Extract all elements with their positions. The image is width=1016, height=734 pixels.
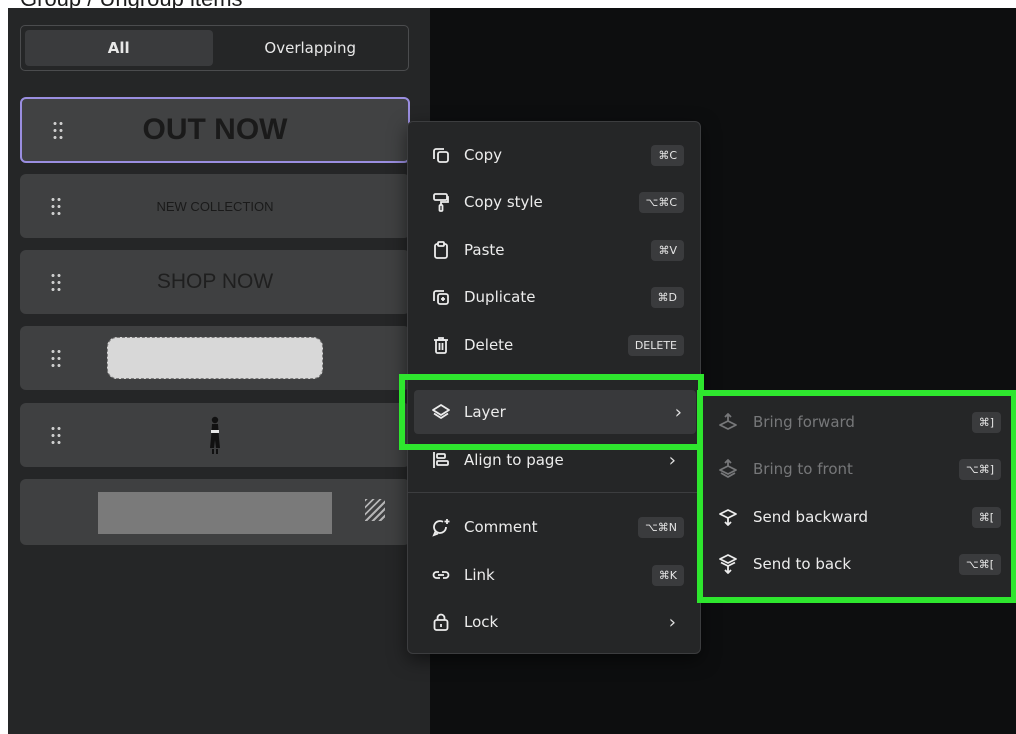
menu-item-copy-style[interactable]: Copy style ⌥⌘C: [420, 180, 690, 224]
tab-overlapping[interactable]: Overlapping: [217, 30, 405, 66]
menu-divider: [408, 492, 700, 493]
send-backward-icon: [717, 506, 739, 528]
bring-to-front-icon: [717, 458, 739, 480]
layer-preview-text: OUT NOW: [142, 113, 288, 146]
drag-handle-icon[interactable]: [50, 425, 62, 445]
menu-item-link[interactable]: Link ⌘K: [420, 553, 690, 597]
shortcut-badge: ⌘[: [971, 506, 1001, 528]
menu-item-align-to-page[interactable]: Align to page ›: [420, 438, 690, 482]
layers-icon: [430, 401, 452, 423]
layer-item-new-collection[interactable]: NEW COLLECTION: [20, 174, 410, 238]
layer-preview-shape: [107, 337, 323, 379]
menu-item-label: Delete: [464, 336, 514, 354]
menu-item-lock[interactable]: Lock ›: [420, 600, 690, 644]
shortcut-badge: ⌥⌘C: [638, 191, 684, 213]
layer-filter-toggle: All Overlapping: [20, 25, 409, 71]
drag-handle-icon[interactable]: [50, 272, 62, 292]
align-icon: [430, 449, 452, 471]
layer-item-dashed-shape[interactable]: [20, 326, 410, 390]
chevron-right-icon: ›: [674, 401, 682, 423]
transparency-hatch-icon: [365, 499, 385, 521]
drag-handle-icon[interactable]: [52, 120, 64, 140]
bring-forward-icon: [717, 411, 739, 433]
submenu-item-label: Bring forward: [753, 413, 855, 431]
layer-item-rectangle[interactable]: [20, 479, 410, 545]
shortcut-badge: ⌘]: [971, 411, 1001, 433]
context-menu: Copy ⌘C Copy style ⌥⌘C Paste ⌘V Duplicat…: [407, 121, 701, 654]
shortcut-badge: ⌘D: [650, 286, 684, 308]
submenu-item-label: Send to back: [753, 555, 852, 573]
chevron-right-icon: ›: [668, 449, 676, 471]
submenu-item-label: Send backward: [753, 508, 869, 526]
shortcut-badge: ⌘V: [651, 239, 684, 261]
clipboard-icon: [430, 239, 452, 261]
send-to-back-icon: [717, 553, 739, 575]
paint-roller-icon: [430, 191, 452, 213]
layer-preview-text: NEW COLLECTION: [156, 198, 274, 214]
submenu-item-send-to-back[interactable]: Send to back ⌥⌘[: [717, 544, 1001, 584]
menu-item-label: Copy style: [464, 193, 543, 211]
layer-item-photo[interactable]: [20, 403, 410, 467]
tab-all[interactable]: All: [25, 30, 213, 66]
chevron-right-icon: ›: [668, 611, 676, 633]
layer-item-shop-now[interactable]: SHOP NOW: [20, 250, 410, 314]
comment-icon: [430, 516, 452, 538]
menu-item-label: Link: [464, 566, 495, 584]
menu-item-label: Paste: [464, 241, 505, 259]
layer-preview-text: SHOP NOW: [156, 270, 274, 293]
submenu-item-label: Bring to front: [753, 460, 853, 478]
shortcut-badge: ⌥⌘[: [959, 553, 1001, 575]
menu-item-comment[interactable]: Comment ⌥⌘N: [420, 505, 690, 549]
submenu-item-bring-to-front[interactable]: Bring to front ⌥⌘]: [717, 449, 1001, 489]
link-icon: [430, 564, 452, 586]
submenu-item-bring-forward[interactable]: Bring forward ⌘]: [717, 402, 1001, 442]
copy-icon: [430, 144, 452, 166]
layer-item-out-now[interactable]: OUT NOW: [20, 97, 410, 163]
menu-item-delete[interactable]: Delete DELETE: [420, 323, 690, 367]
lock-icon: [430, 611, 452, 633]
shortcut-badge: ⌥⌘N: [638, 516, 684, 538]
submenu-item-send-backward[interactable]: Send backward ⌘[: [717, 497, 1001, 537]
shortcut-badge: ⌘K: [651, 564, 684, 586]
menu-item-copy[interactable]: Copy ⌘C: [420, 133, 690, 177]
menu-item-label: Copy: [464, 146, 503, 164]
layer-preview-person: [208, 416, 222, 454]
duplicate-icon: [430, 286, 452, 308]
shortcut-badge: ⌥⌘]: [959, 458, 1001, 480]
menu-item-label: Duplicate: [464, 288, 536, 306]
shortcut-badge: DELETE: [627, 334, 684, 356]
menu-divider: [408, 374, 700, 375]
menu-item-paste[interactable]: Paste ⌘V: [420, 228, 690, 272]
menu-item-label: Align to page: [464, 451, 564, 469]
menu-item-duplicate[interactable]: Duplicate ⌘D: [420, 275, 690, 319]
drag-handle-icon[interactable]: [50, 348, 62, 368]
menu-item-label: Lock: [464, 613, 499, 631]
menu-item-label: Comment: [464, 518, 538, 536]
menu-item-layer[interactable]: Layer ›: [414, 390, 696, 434]
layer-submenu: Bring forward ⌘] Bring to front ⌥⌘] Send…: [697, 390, 1016, 603]
layer-preview-rectangle: [98, 492, 332, 534]
drag-handle-icon[interactable]: [50, 196, 62, 216]
trash-icon: [430, 334, 452, 356]
shortcut-badge: ⌘C: [651, 144, 684, 166]
menu-item-label: Layer: [464, 403, 506, 421]
